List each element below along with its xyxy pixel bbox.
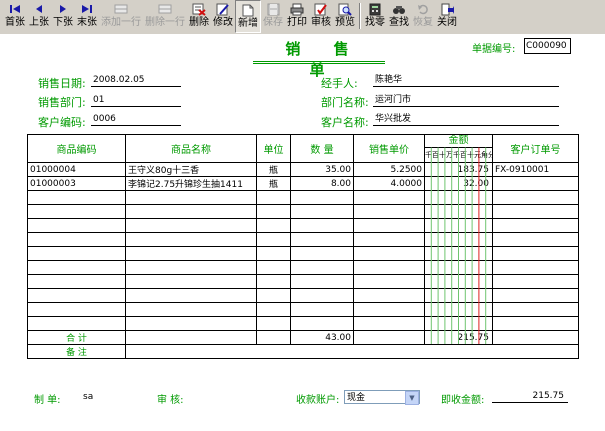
title-underline [253,61,385,62]
new-button[interactable]: 新增 [235,0,261,33]
dept-name-field[interactable]: 运河门市 [373,94,559,107]
auditor-label: 审 核: [157,395,184,406]
table-row[interactable] [27,218,579,233]
table-row[interactable] [27,232,579,247]
first-button[interactable]: 首张 [3,0,27,33]
handler-field[interactable]: 陈艳华 [373,74,559,87]
account-select[interactable]: 现金 ▼ [344,390,420,405]
last-button[interactable]: 末张 [75,0,99,33]
remark-field[interactable] [125,344,579,359]
next-button[interactable]: 下张 [51,0,75,33]
approve-button[interactable]: 审核 [309,0,333,33]
chevron-down-icon[interactable]: ▼ [405,391,419,405]
sale-date-field[interactable]: 2008.02.05 [91,74,181,87]
col-header-code: 商品编码 [27,134,126,163]
add-row-button[interactable]: 添加一行 [99,0,143,33]
restore-button[interactable]: 恢复 [411,0,435,33]
receivable-label: 即收金额: [441,395,485,406]
table-row[interactable]: 01000003 李锦记2.75升锦珍生抽1411 瓶 8.00 4.0000 … [27,176,579,191]
restore-icon [416,2,430,16]
table-row[interactable] [27,316,579,331]
delete-row-icon [158,2,172,16]
exit-door-icon [440,2,454,16]
col-header-name: 商品名称 [125,134,257,163]
delete-icon [192,2,206,16]
maker-label: 制 单: [34,395,61,406]
table-row[interactable] [27,246,579,261]
dept-label: 销售部门: [38,96,86,109]
toolbar-separator [359,3,361,29]
close-button[interactable]: 关闭 [435,0,459,33]
save-icon [266,2,280,16]
account-label: 收款账户: [296,395,340,406]
first-icon [8,2,22,16]
delete-row-button[interactable]: 删除一行 [143,0,187,33]
customer-name-label: 客户名称: [321,116,369,129]
dept-name-label: 部门名称: [321,96,369,109]
approve-icon [314,2,328,16]
handler-label: 经手人: [321,77,358,90]
print-button[interactable]: 打印 [285,0,309,33]
edit-button[interactable]: 修改 [211,0,235,33]
change-button[interactable]: 找零 [363,0,387,33]
receivable-field[interactable]: 215.75 [492,390,568,403]
customer-name-field[interactable]: 华兴批发 [373,113,559,126]
sale-date-label: 销售日期: [38,77,86,90]
next-icon [56,2,70,16]
delete-button[interactable]: 删除 [187,0,211,33]
find-button[interactable]: 查找 [387,0,411,33]
remark-row[interactable]: 备 注 [27,344,579,359]
table-row[interactable] [27,302,579,317]
print-icon [290,2,304,16]
col-header-order: 客户订单号 [492,134,579,163]
edit-icon [216,2,230,16]
customer-code-field[interactable]: 0006 [91,113,181,126]
add-row-icon [114,2,128,16]
prev-icon [32,2,46,16]
table-row[interactable] [27,260,579,275]
table-row[interactable] [27,274,579,289]
col-header-price: 销售单价 [353,134,425,163]
table-row[interactable] [27,288,579,303]
preview-button[interactable]: 预览 [333,0,357,33]
doc-no-field[interactable]: C000090 [524,38,571,54]
calculator-icon [368,2,382,16]
form-title: 销 售 单 [285,40,363,79]
table-row[interactable] [27,190,579,205]
find-icon [392,2,406,16]
preview-icon [338,2,352,16]
items-table: 商品编码 商品名称 单位 数 量 销售单价 金额 千百十万千百十元角分 客户订单… [27,134,579,359]
table-row[interactable]: 01000004 王守义80g十三香 瓶 35.00 5.2500 183.75… [27,162,579,177]
doc-no-label: 单据编号: [472,44,516,55]
last-icon [80,2,94,16]
toolbar: 首张 上张 下张 末张 添加一行 删除一行 删除 修改 新增 保存 打印 审核 … [0,0,605,33]
customer-code-label: 客户编码: [38,116,86,129]
amount-unit-labels: 千百十万千百十元角分 [425,151,492,159]
prev-button[interactable]: 上张 [27,0,51,33]
new-icon [241,3,255,17]
maker-value: sa [83,392,94,402]
save-button[interactable]: 保存 [261,0,285,33]
col-header-qty: 数 量 [290,134,354,163]
col-header-unit: 单位 [256,134,291,163]
table-row[interactable] [27,204,579,219]
sales-form: 销 售 单 单据编号: C000090 销售日期: 2008.02.05 销售部… [0,34,605,431]
title-underline-2 [253,63,385,64]
col-header-amount: 金额 千百十万千百十元角分 [424,134,493,163]
total-row: 合 计 43.00 215.75 [27,330,579,345]
dept-field[interactable]: 01 [91,94,181,107]
